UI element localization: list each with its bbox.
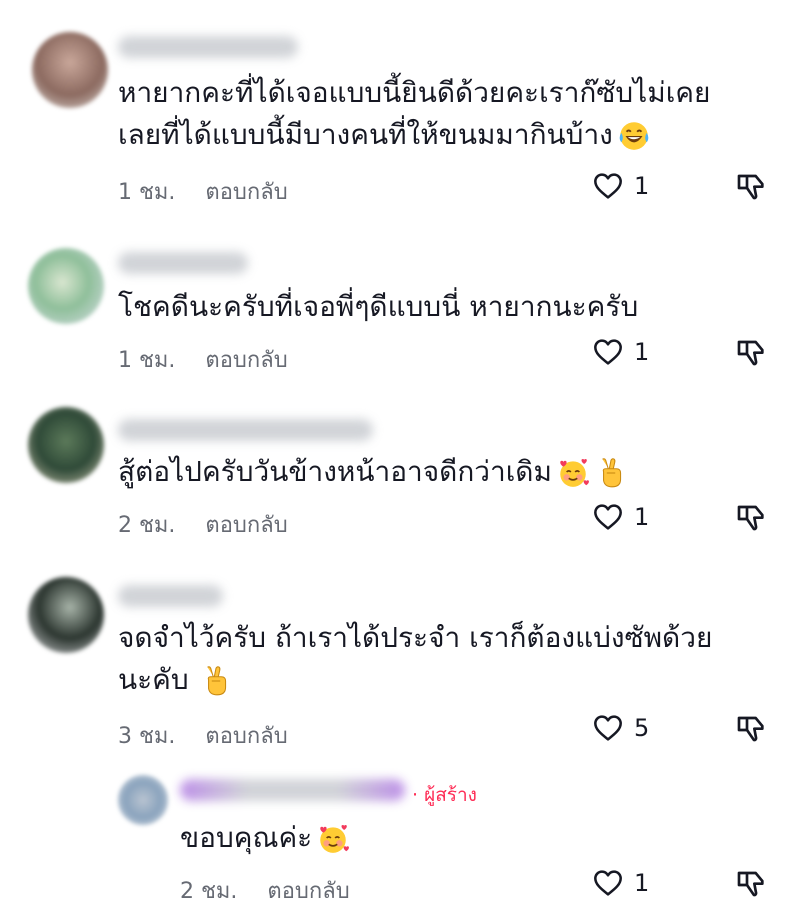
reply-button[interactable]: ตอบกลับ	[205, 724, 287, 749]
smiling-hearts-emoji	[316, 822, 350, 856]
like-count: 1	[634, 503, 650, 531]
comment-time: 1 ชม.	[118, 180, 176, 205]
username-blurred[interactable]	[118, 585, 223, 607]
dislike-icon[interactable]	[735, 170, 767, 202]
reply-button[interactable]: ตอบกลับ	[205, 348, 287, 373]
reply-button[interactable]: ตอบกลับ	[205, 513, 287, 538]
username-blurred[interactable]	[118, 252, 248, 274]
avatar[interactable]	[118, 775, 168, 825]
avatar[interactable]	[28, 577, 104, 653]
comment-text: จดจำไว้ครับ ถ้าเราได้ประจำ เราก็ต้องแบ่ง…	[118, 617, 712, 701]
avatar[interactable]	[28, 248, 104, 324]
like-button[interactable]: 1	[592, 170, 649, 202]
dislike-icon[interactable]	[735, 712, 767, 744]
heart-outline-icon	[592, 336, 624, 368]
like-button[interactable]: 1	[592, 867, 649, 899]
like-count: 1	[634, 869, 650, 897]
smiling-hearts-emoji	[556, 456, 590, 490]
comment-text: โชคดีนะครับที่เจอพี่ๆดีแบบนี่ หายากนะครั…	[118, 286, 638, 328]
dislike-icon[interactable]	[735, 867, 767, 899]
heart-outline-icon	[592, 712, 624, 744]
comment-1: หายากคะที่ได้เจอแบบนี้ยินดีด้วยคะเราก๊ซั…	[0, 0, 800, 220]
comment-meta: 1 ชม. ตอบกลับ	[118, 174, 288, 209]
comment-text-line-2: นะคับ	[118, 663, 189, 696]
avatar[interactable]	[28, 407, 104, 483]
comment-time: 1 ชม.	[118, 348, 176, 373]
comment-time: 2 ชม.	[180, 879, 238, 904]
comment-meta: 2 ชม. ตอบกลับ	[118, 507, 288, 542]
comment-text-line-1: หายากคะที่ได้เจอแบบนี้ยินดีด้วยคะเราก๊ซั…	[118, 76, 711, 109]
creator-badge: · ผู้สร้าง	[412, 784, 477, 806]
heart-outline-icon	[592, 501, 624, 533]
comment-meta: 2 ชม. ตอบกลับ	[180, 873, 350, 908]
comment-text: ขอบคุณค่ะ	[180, 817, 350, 859]
comment-time: 2 ชม.	[118, 513, 176, 538]
comment-text-line-1: โชคดีนะครับที่เจอพี่ๆดีแบบนี่ หายากนะครั…	[118, 290, 639, 323]
reply-button[interactable]: ตอบกลับ	[267, 879, 349, 904]
comment-meta: 1 ชม. ตอบกลับ	[118, 342, 288, 377]
username-blurred[interactable]	[118, 419, 373, 441]
dislike-icon[interactable]	[735, 336, 767, 368]
comment-text: สู้ต่อไปครับวันข้างหน้าอาจดีกว่าเดิม	[118, 451, 628, 493]
username-blurred[interactable]	[118, 36, 298, 58]
comment-meta: 3 ชม. ตอบกลับ	[118, 718, 288, 753]
victory-hand-emoji	[199, 664, 233, 698]
username-blurred[interactable]	[180, 779, 405, 801]
creator-reply: · ผู้สร้าง ขอบคุณค่ะ 2 ชม. ตอบกลับ 1	[0, 765, 800, 915]
comment-2: โชคดีนะครับที่เจอพี่ๆดีแบบนี่ หายากนะครั…	[0, 228, 800, 388]
avatar[interactable]	[32, 32, 108, 108]
comment-text-line-1: ขอบคุณค่ะ	[180, 821, 313, 854]
like-button[interactable]: 5	[592, 712, 649, 744]
victory-hand-emoji	[594, 456, 628, 490]
like-button[interactable]: 1	[592, 336, 649, 368]
comment-text-line-1: จดจำไว้ครับ ถ้าเราได้ประจำ เราก็ต้องแบ่ง…	[118, 621, 713, 654]
like-button[interactable]: 1	[592, 501, 649, 533]
like-count: 1	[634, 338, 650, 366]
laughing-tears-emoji	[617, 119, 651, 153]
heart-outline-icon	[592, 867, 624, 899]
comment-text-line-2: เลยที่ได้แบบนี้มีบางคนที่ให้ขนมมากินบ้าง	[118, 118, 613, 151]
comment-text: หายากคะที่ได้เจอแบบนี้ยินดีด้วยคะเราก๊ซั…	[118, 72, 710, 156]
dislike-icon[interactable]	[735, 501, 767, 533]
like-count: 5	[634, 714, 650, 742]
like-count: 1	[634, 172, 650, 200]
comment-time: 3 ชม.	[118, 724, 176, 749]
comment-4: จดจำไว้ครับ ถ้าเราได้ประจำ เราก็ต้องแบ่ง…	[0, 565, 800, 755]
heart-outline-icon	[592, 170, 624, 202]
comment-3: สู้ต่อไปครับวันข้างหน้าอาจดีกว่าเดิม 2 ช…	[0, 395, 800, 555]
reply-button[interactable]: ตอบกลับ	[205, 180, 287, 205]
comment-text-line-1: สู้ต่อไปครับวันข้างหน้าอาจดีกว่าเดิม	[118, 455, 552, 488]
